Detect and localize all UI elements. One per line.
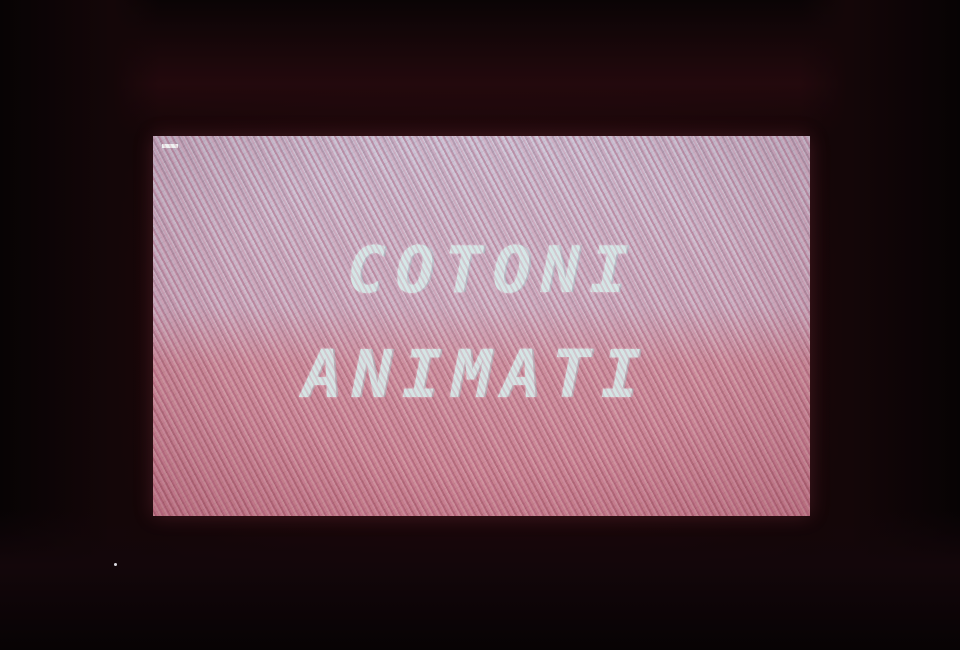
- projection-screen: COTONI ANIMATI: [153, 136, 810, 516]
- projection-scene: COTONI ANIMATI: [0, 0, 960, 650]
- screen-vignette: [153, 136, 810, 516]
- floor-shadow: [0, 510, 960, 650]
- title-line-1: COTONI: [346, 234, 639, 308]
- corner-marker: [162, 144, 178, 148]
- stray-light-dot: [114, 563, 117, 566]
- title-line-2: ANIMATI: [302, 336, 651, 413]
